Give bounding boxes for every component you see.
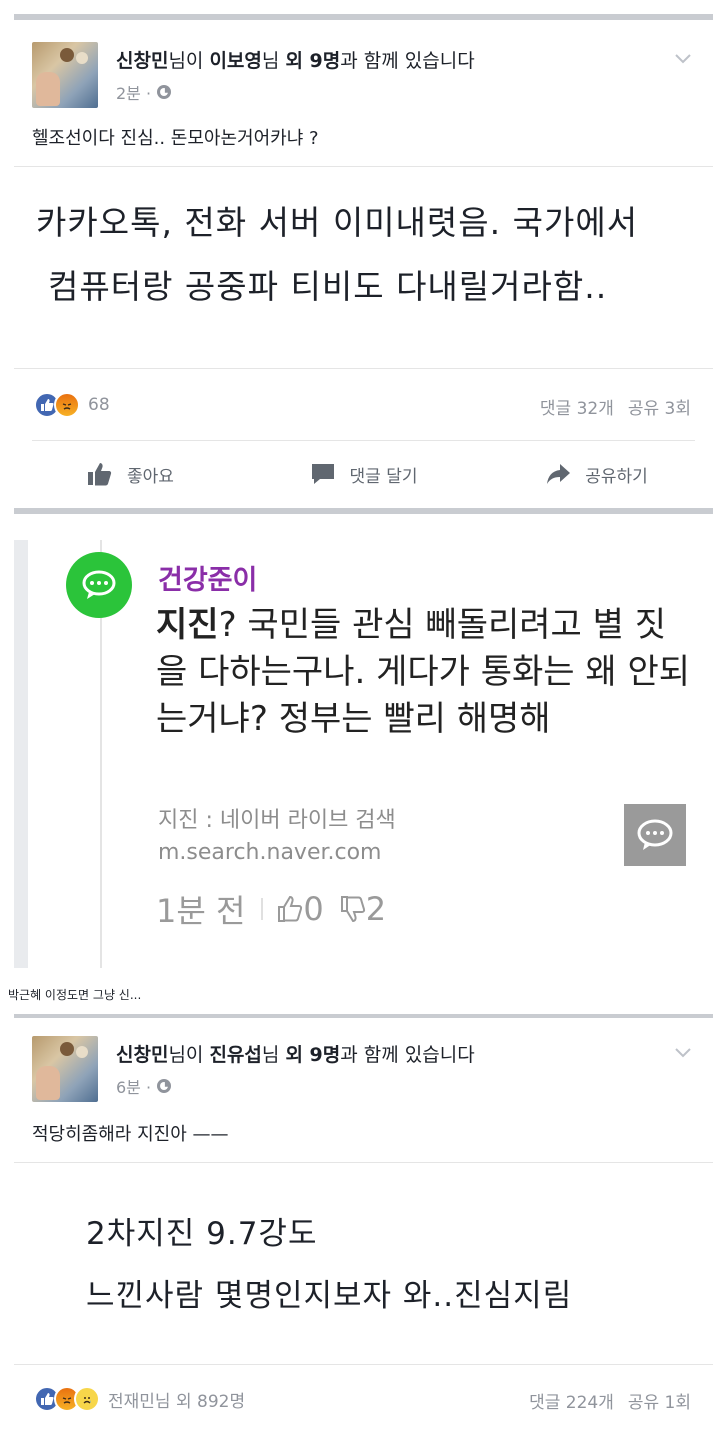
dislike-count: 2 [365, 890, 387, 928]
separator [261, 898, 264, 920]
post-time[interactable]: 6분 · [116, 1074, 151, 1098]
comment-button[interactable]: 댓글 달기 [247, 444, 480, 504]
divider [14, 1364, 713, 1365]
comment-time: 1분 전 [156, 892, 246, 930]
tagged-name[interactable]: 이보영 [209, 50, 261, 72]
globe-icon [157, 1079, 172, 1093]
post-caption: 적당히좀해라 지진아 —— [32, 1124, 229, 1145]
globe-icon [157, 85, 172, 99]
post-body-line-2: 컴퓨터랑 공중파 티비도 다내릴거라함.. [48, 267, 608, 306]
reaction-count: 68 [88, 395, 110, 415]
link-thumbnail[interactable] [624, 804, 686, 866]
post-actions: 좋아요 댓글 달기 공유하기 [14, 444, 713, 504]
like-button[interactable]: 좋아요 [14, 444, 247, 504]
angry-reaction-icon [54, 392, 80, 418]
divider [14, 166, 713, 167]
like-action[interactable]: 0 [277, 890, 324, 928]
reaction-summary[interactable]: 68 [34, 392, 110, 418]
comment-body: 지진? 국민들 관심 빼돌리려고 별 짓을 다하는구나. 게다가 통화는 왜 안… [156, 605, 691, 739]
post-meta: 6분 · [116, 1074, 172, 1098]
comment-icon [311, 464, 334, 484]
post-meta: 2분 · [116, 80, 172, 104]
post-caption: 헬조선이다 진심.. 돈모아논거어카냐 ? [32, 128, 319, 149]
tagged-others[interactable]: 외 9명 [285, 1044, 340, 1066]
reaction-summary[interactable]: 전재민님 외 892명 [34, 1386, 245, 1412]
share-count[interactable]: 공유 1회 [628, 1393, 691, 1413]
link-url[interactable]: m.search.naver.com [158, 840, 381, 865]
post-1: 신창민님이 이보영님 외 9명과 함께 있습니다 2분 · 헬조선이다 진심..… [14, 20, 713, 508]
share-button[interactable]: 공유하기 [480, 444, 713, 504]
like-label: 좋아요 [127, 466, 174, 487]
comment-count[interactable]: 댓글 224개 [529, 1393, 614, 1413]
author-line: 신창민님이 진유섭님 외 9명과 함께 있습니다 [116, 1044, 475, 1066]
tagged-name[interactable]: 진유섭 [209, 1044, 261, 1066]
post-header: 신창민님이 이보영님 외 9명과 함께 있습니다 2분 · [32, 42, 692, 114]
feed-separator [14, 508, 713, 514]
author-name[interactable]: 신창민 [116, 1044, 168, 1066]
post-2: 신창민님이 진유섭님 외 9명과 함께 있습니다 6분 · 적당히좀해라 지진아… [14, 1018, 713, 1436]
search-keyword[interactable]: 지진 [156, 605, 219, 645]
avatar[interactable] [32, 42, 98, 108]
between-caption: 박근혜 이정도면 그냥 신... [8, 988, 142, 1002]
author-line: 신창민님이 이보영님 외 9명과 함께 있습니다 [116, 50, 475, 72]
embedded-comment-screenshot: 건강준이 지진? 국민들 관심 빼돌리려고 별 짓을 다하는구나. 게다가 통화… [14, 540, 713, 968]
tagged-others[interactable]: 외 9명 [285, 50, 340, 72]
post-stats: 댓글 32개 공유 3회 [526, 394, 691, 419]
dislike-action[interactable]: 2 [340, 890, 386, 928]
post-stats: 댓글 224개 공유 1회 [515, 1388, 691, 1413]
divider [14, 368, 713, 369]
post-body-line-1: 카카오톡, 전화 서버 이미내렷음. 국가에서 [36, 203, 639, 242]
thumbs-up-outline-icon [278, 895, 303, 922]
post-time[interactable]: 2분 · [116, 80, 151, 104]
reaction-text: 전재민님 외 892명 [108, 1391, 246, 1412]
share-count[interactable]: 공유 3회 [628, 399, 691, 419]
share-arrow-icon [547, 464, 571, 484]
commenter-name[interactable]: 건강준이 [158, 558, 257, 597]
post-body-line-2: 느낀사람 몇명인지보자 와..진심지림 [86, 1278, 573, 1314]
comment-label: 댓글 달기 [349, 466, 418, 487]
author-name[interactable]: 신창민 [116, 50, 168, 72]
chevron-down-icon[interactable] [674, 50, 692, 68]
thumbs-up-icon [88, 463, 112, 486]
chevron-down-icon[interactable] [674, 1044, 692, 1062]
share-label: 공유하기 [585, 466, 648, 487]
thumbs-down-outline-icon [340, 896, 365, 923]
comment-footer: 1분 전 0 2 [156, 886, 386, 932]
post-body-line-1: 2차지진 9.7강도 [86, 1216, 318, 1252]
like-count: 0 [303, 890, 324, 928]
link-source[interactable]: 지진 : 네이버 라이브 검색 [158, 802, 396, 834]
divider [32, 440, 695, 441]
post-header: 신창민님이 진유섭님 외 9명과 함께 있습니다 6분 · [32, 1036, 692, 1108]
comment-count[interactable]: 댓글 32개 [540, 399, 614, 419]
chat-bubble-icon [66, 552, 132, 618]
avatar[interactable] [32, 1036, 98, 1102]
sad-reaction-icon [74, 1386, 100, 1412]
divider [14, 1162, 713, 1163]
